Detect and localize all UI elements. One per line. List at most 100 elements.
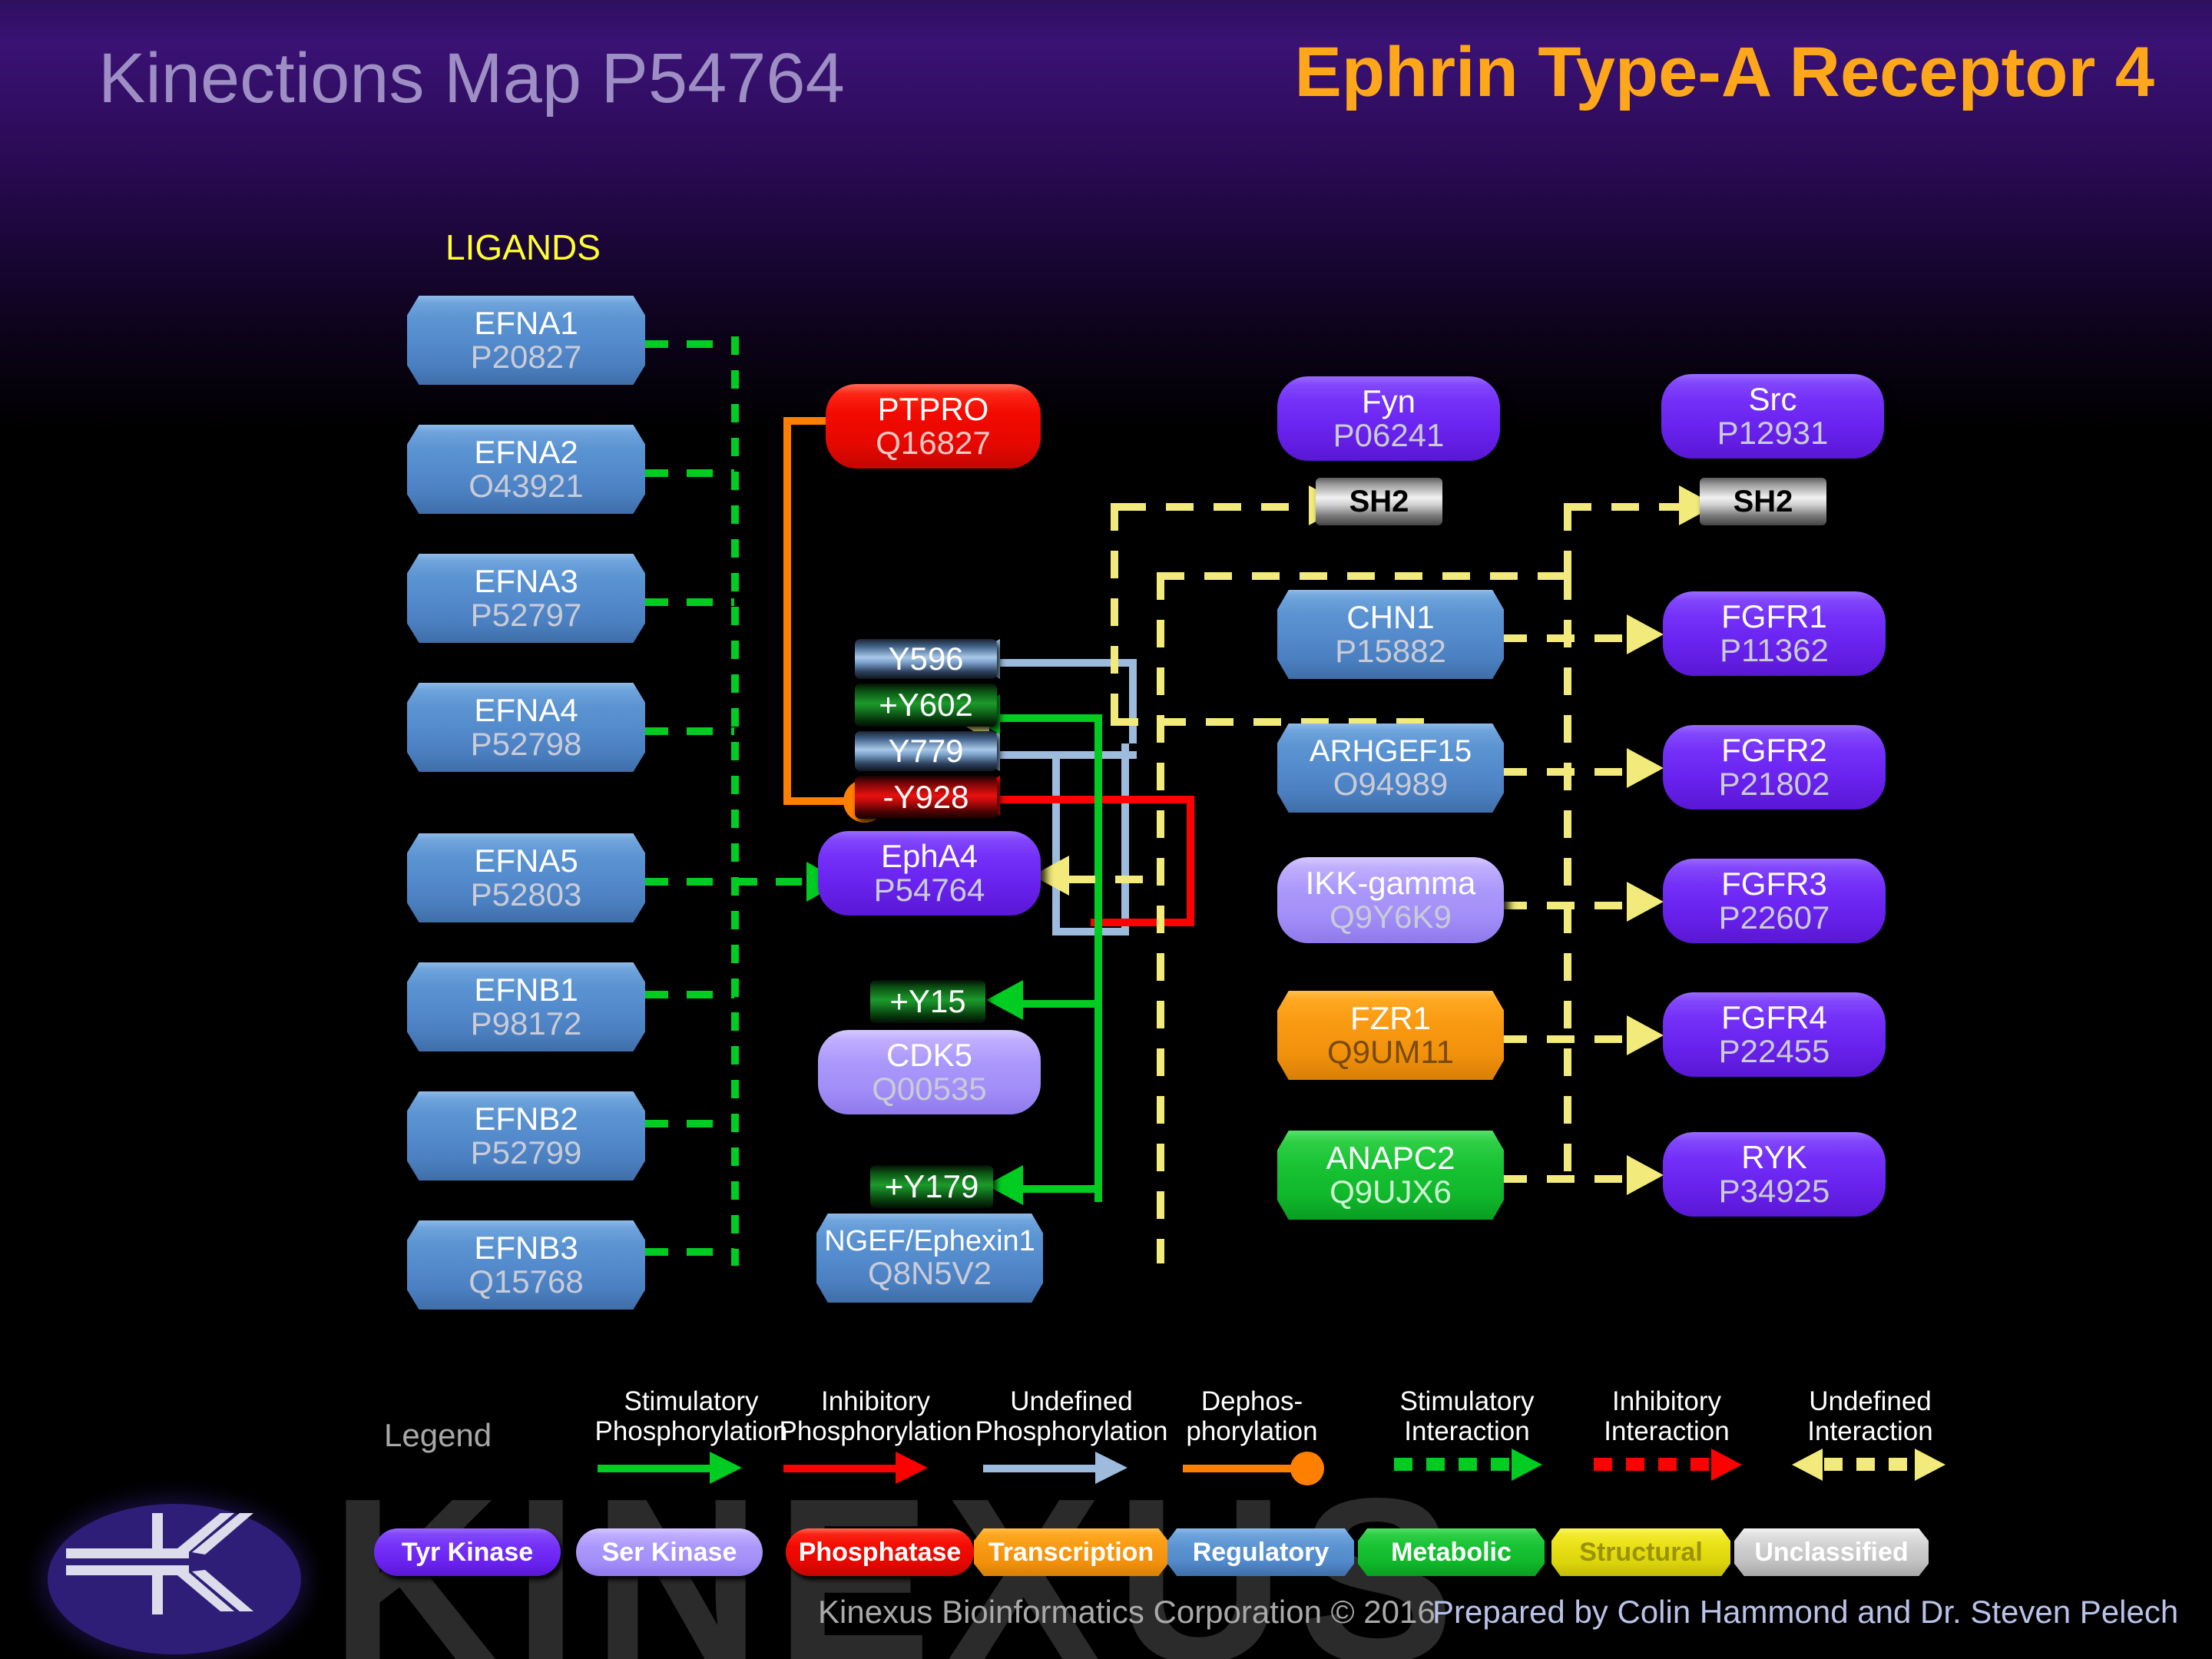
ligand-stub [642,469,734,477]
node-accession: P06241 [1333,417,1445,453]
node-accession: Q15768 [469,1263,584,1300]
legend-category-unclassified[interactable]: Unclassified [1734,1528,1929,1576]
legend-dephos-ball [1290,1452,1324,1485]
substrate-node-ngef[interactable]: NGEF/Ephexin1 Q8N5V2 [816,1214,1043,1303]
ligand-node-efna3[interactable]: EFNA3 P52797 [407,554,645,643]
legend-arrow-undef-inter [1824,1458,1916,1471]
site-label: Y779 [888,733,964,769]
legend-category-regulatory[interactable]: Regulatory [1167,1528,1354,1576]
category-label: Phosphatase [798,1537,962,1567]
site-label: -Y928 [882,779,969,815]
legend-label: Legend [384,1417,492,1453]
node-accession: P54764 [873,872,985,908]
phosphatase-node-ptpro[interactable]: PTPRO Q16827 [826,384,1041,469]
category-label: Metabolic [1391,1537,1512,1567]
node-name: Fyn [1361,383,1416,419]
interactor-node-fgfr4[interactable]: FGFR4 P22455 [1663,992,1886,1077]
receptor-node-epha4[interactable]: EphA4 P54764 [818,831,1041,916]
ligand-node-efna5[interactable]: EFNA5 P52803 [407,833,645,922]
ligand-node-efnb3[interactable]: EFNB3 Q15768 [407,1220,645,1310]
category-label: Tyr Kinase [401,1537,534,1567]
legend-category-phosphatase[interactable]: Phosphatase [786,1528,974,1576]
legend-arrowhead [1512,1449,1542,1481]
category-label: Ser Kinase [601,1537,737,1567]
interactor-node-arhgef15[interactable]: ARHGEF15 O94989 [1277,724,1504,813]
phospho-site-y928[interactable]: -Y928 [855,776,997,819]
interactor-node-anapc2[interactable]: ANAPC2 Q9UJX6 [1277,1131,1504,1220]
phospho-site-y15[interactable]: +Y15 [870,980,985,1023]
footer-prepared-by: Prepared by Colin Hammond and Dr. Steven… [1432,1594,2179,1630]
interactor-node-fgfr3[interactable]: FGFR3 P22607 [1663,859,1886,943]
ligand-stub [642,1248,734,1256]
node-accession: P52803 [470,876,582,912]
undef-phos-vert-a [1129,659,1137,743]
interaction-row-line [1499,1035,1630,1043]
category-label: Regulatory [1192,1537,1330,1567]
interactor-node-ikk-gamma[interactable]: IKK-gamma Q9Y6K9 [1277,857,1504,943]
node-accession: Q9UM11 [1327,1034,1454,1070]
ligand-stub [642,340,734,348]
interaction-vert-fyn [1111,503,1118,726]
arrowhead-right [1627,614,1664,654]
interactor-node-fgfr2[interactable]: FGFR2 P21802 [1663,725,1886,810]
node-name: EFNB2 [474,1101,578,1137]
kinase-node-fyn[interactable]: Fyn P06241 [1277,376,1500,461]
legend-arrowhead [710,1452,742,1484]
node-name: FGFR2 [1721,732,1827,768]
undef-phos-vert-b [1052,751,1060,935]
kinase-node-src[interactable]: Src P12931 [1661,374,1884,459]
node-name: CDK5 [886,1037,973,1073]
interactor-node-fzr1[interactable]: FZR1 Q9UM11 [1277,991,1504,1080]
node-accession: P52799 [470,1134,582,1171]
node-name: EFNA2 [474,434,578,470]
category-label: Structural [1579,1537,1703,1567]
phospho-site-y179[interactable]: +Y179 [870,1165,993,1208]
stim-phos-vert [1094,714,1102,1202]
interactor-node-fgfr1[interactable]: FGFR1 P11362 [1663,591,1886,676]
node-accession: P98172 [470,1005,582,1041]
node-accession: Q00535 [872,1071,987,1107]
dephos-line-vert [783,417,791,805]
node-accession: P21802 [1718,766,1830,802]
ligand-node-efna2[interactable]: EFNA2 O43921 [407,425,645,514]
ligand-stub [642,727,734,735]
ligand-node-efnb2[interactable]: EFNB2 P52799 [407,1091,645,1181]
kinexus-logo [48,1504,301,1654]
legend-arrowhead [896,1452,928,1484]
node-name: NGEF/Ephexin1 [824,1225,1035,1257]
site-label: +Y179 [884,1168,979,1204]
phospho-site-y596[interactable]: Y596 [855,639,997,679]
interaction-vert-src-branch [1564,503,1571,572]
node-accession: Q16827 [876,425,991,461]
interaction-spine [1564,572,1571,1187]
substrate-node-cdk5[interactable]: CDK5 Q00535 [818,1030,1041,1114]
page-title: Kinections Map P54764 [98,39,845,118]
legend-category-metabolic[interactable]: Metabolic [1358,1528,1545,1576]
legend-text-undef-inter: Undefined Interaction [1807,1386,1933,1447]
ligand-node-efna4[interactable]: EFNA4 P52798 [407,683,645,772]
legend-text-dephos: Dephos- phorylation [1186,1386,1318,1447]
node-name: EFNA1 [474,305,578,341]
interactor-node-ryk[interactable]: RYK P34925 [1663,1132,1886,1217]
ligand-to-receptor-line [731,878,808,886]
legend-category-transcription[interactable]: Transcription [974,1528,1168,1576]
domain-chip-src-sh2[interactable]: SH2 [1700,478,1826,525]
legend-category-structural[interactable]: Structural [1551,1528,1730,1576]
ligand-node-efnb1[interactable]: EFNB1 P98172 [407,962,645,1051]
node-accession: P12931 [1717,415,1829,451]
phospho-site-y779[interactable]: Y779 [855,731,997,771]
interaction-horiz-upper [1157,572,1571,580]
legend-category-ser-kinase[interactable]: Ser Kinase [576,1528,763,1576]
site-label: Y596 [888,641,964,677]
domain-label: SH2 [1349,484,1409,518]
footer-copyright: Kinexus Bioinformatics Corporation © 201… [818,1594,1435,1630]
legend-category-tyr-kinase[interactable]: Tyr Kinase [374,1528,561,1576]
arrowhead-right [1627,1015,1664,1055]
interactor-node-chn1[interactable]: CHN1 P15882 [1277,590,1504,679]
arrowhead-right [1627,882,1664,922]
node-accession: O94989 [1333,766,1449,802]
ligand-node-efna1[interactable]: EFNA1 P20827 [407,296,645,385]
phospho-site-y602[interactable]: +Y602 [855,684,997,727]
domain-chip-fyn-sh2[interactable]: SH2 [1316,478,1442,525]
node-name: EFNA3 [474,563,578,599]
